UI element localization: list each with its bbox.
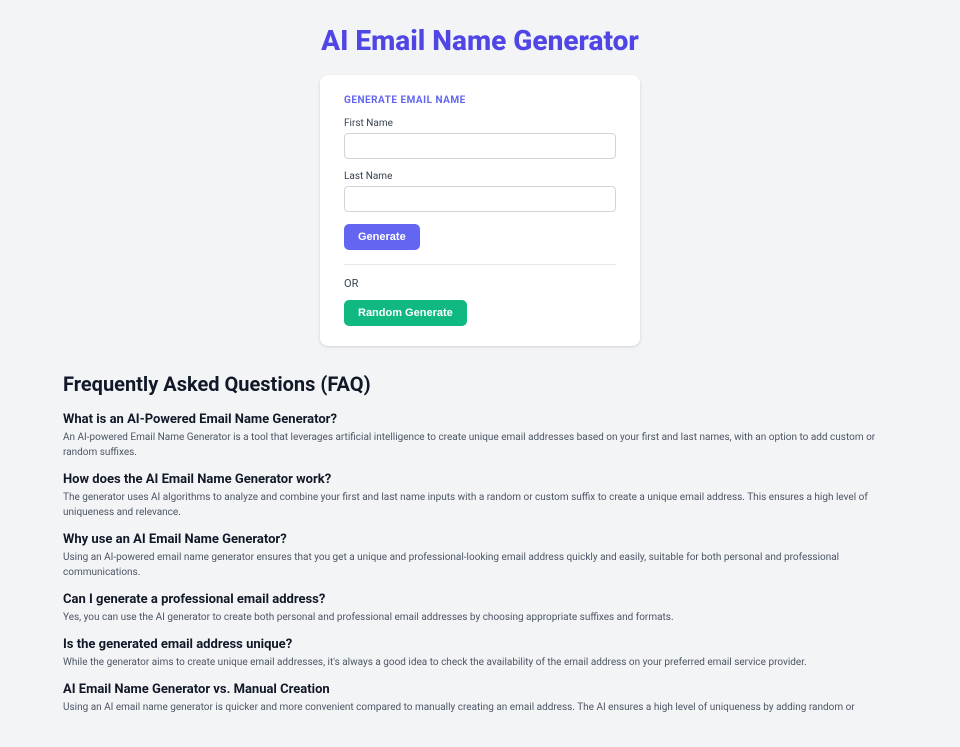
- faq-question: Can I generate a professional email addr…: [63, 592, 897, 607]
- generator-card: GENERATE EMAIL NAME First Name Last Name…: [320, 75, 640, 346]
- card-header: GENERATE EMAIL NAME: [344, 95, 616, 106]
- faq-question: Is the generated email address unique?: [63, 637, 897, 652]
- faq-answer: An AI-powered Email Name Generator is a …: [63, 430, 897, 460]
- first-name-input[interactable]: [344, 133, 616, 159]
- faq-question: How does the AI Email Name Generator wor…: [63, 472, 897, 487]
- faq-item: Is the generated email address unique? Wh…: [63, 637, 897, 670]
- faq-answer: Yes, you can use the AI generator to cre…: [63, 610, 897, 625]
- generate-button[interactable]: Generate: [344, 224, 420, 250]
- faq-item: What is an AI-Powered Email Name Generat…: [63, 412, 897, 460]
- faq-item: AI Email Name Generator vs. Manual Creat…: [63, 682, 897, 715]
- faq-item: Can I generate a professional email addr…: [63, 592, 897, 625]
- faq-item: Why use an AI Email Name Generator?Using…: [63, 532, 897, 580]
- faq-question: AI Email Name Generator vs. Manual Creat…: [63, 682, 897, 697]
- faq-item: How does the AI Email Name Generator wor…: [63, 472, 897, 520]
- last-name-label: Last Name: [344, 171, 616, 182]
- faq-question: What is an AI-Powered Email Name Generat…: [63, 412, 897, 427]
- first-name-label: First Name: [344, 118, 616, 129]
- faq-answer: Using an AI-powered email name generator…: [63, 550, 897, 580]
- faq-answer: Using an AI email name generator is quic…: [63, 700, 897, 715]
- last-name-input[interactable]: [344, 186, 616, 212]
- faq-answer: The generator uses AI algorithms to anal…: [63, 490, 897, 520]
- faq-title: Frequently Asked Questions (FAQ): [63, 372, 897, 396]
- page-title: AI Email Name Generator: [20, 24, 940, 57]
- faq-section: Frequently Asked Questions (FAQ) What is…: [55, 372, 905, 715]
- random-generate-button[interactable]: Random Generate: [344, 300, 467, 326]
- faq-answer: While the generator aims to create uniqu…: [63, 655, 897, 670]
- or-separator: OR: [344, 277, 616, 290]
